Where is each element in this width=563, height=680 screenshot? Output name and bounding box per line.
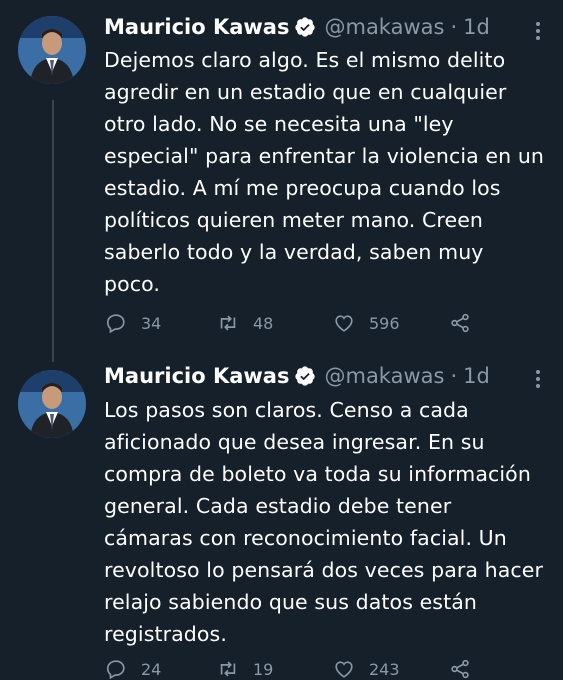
tweet-text: Los pasos son claros. Censo a cada afici… — [104, 398, 544, 646]
share-icon — [451, 313, 469, 333]
reply-icon — [106, 314, 125, 334]
author-name[interactable]: Mauricio Kawas — [104, 15, 289, 39]
more-icon[interactable] — [535, 22, 541, 43]
retweet-count: 19 — [253, 659, 274, 679]
like-button[interactable]: 243 — [333, 658, 449, 680]
retweet-icon — [220, 661, 236, 677]
like-button[interactable]: 596 — [333, 312, 449, 334]
retweet-button[interactable]: 48 — [217, 312, 333, 334]
share-icon — [451, 659, 469, 679]
reply-button[interactable]: 34 — [105, 312, 217, 334]
like-icon — [335, 315, 353, 332]
retweet-icon — [220, 315, 236, 331]
tweet-header: Mauricio Kawas @makawas · 1d — [104, 15, 490, 39]
timestamp[interactable]: 1d — [463, 15, 490, 39]
retweet-count: 48 — [253, 313, 274, 333]
share-button[interactable] — [449, 312, 471, 334]
share-button[interactable] — [449, 658, 471, 680]
avatar[interactable] — [18, 16, 86, 84]
like-icon — [335, 661, 353, 678]
retweet-button[interactable]: 19 — [217, 658, 333, 680]
reply-count: 34 — [141, 313, 162, 333]
verified-badge-icon — [294, 365, 316, 387]
verified-badge-icon — [294, 16, 316, 38]
author-name[interactable]: Mauricio Kawas — [104, 364, 289, 388]
author-handle[interactable]: @makawas — [324, 364, 444, 388]
tweet[interactable]: Mauricio Kawas @makawas · 1d Los pasos s… — [0, 350, 563, 680]
separator-dot: · — [450, 364, 458, 388]
thread-connector — [52, 100, 54, 362]
like-count: 596 — [369, 313, 400, 333]
timestamp[interactable]: 1d — [463, 364, 490, 388]
author-handle[interactable]: @makawas — [324, 15, 444, 39]
tweet-header: Mauricio Kawas @makawas · 1d — [104, 364, 490, 388]
tweet-actions: 34 48 596 — [105, 312, 471, 334]
avatar[interactable] — [18, 370, 86, 438]
tweet[interactable]: Mauricio Kawas @makawas · 1d Dejemos cla… — [0, 0, 563, 362]
reply-button[interactable]: 24 — [105, 658, 217, 680]
more-icon[interactable] — [535, 370, 541, 391]
like-count: 243 — [369, 659, 400, 679]
separator-dot: · — [450, 15, 458, 39]
reply-count: 24 — [141, 659, 162, 679]
tweet-text: Dejemos claro algo. Es el mismo delito a… — [104, 48, 545, 296]
reply-icon — [106, 660, 125, 680]
tweet-actions: 24 19 243 — [105, 658, 471, 680]
